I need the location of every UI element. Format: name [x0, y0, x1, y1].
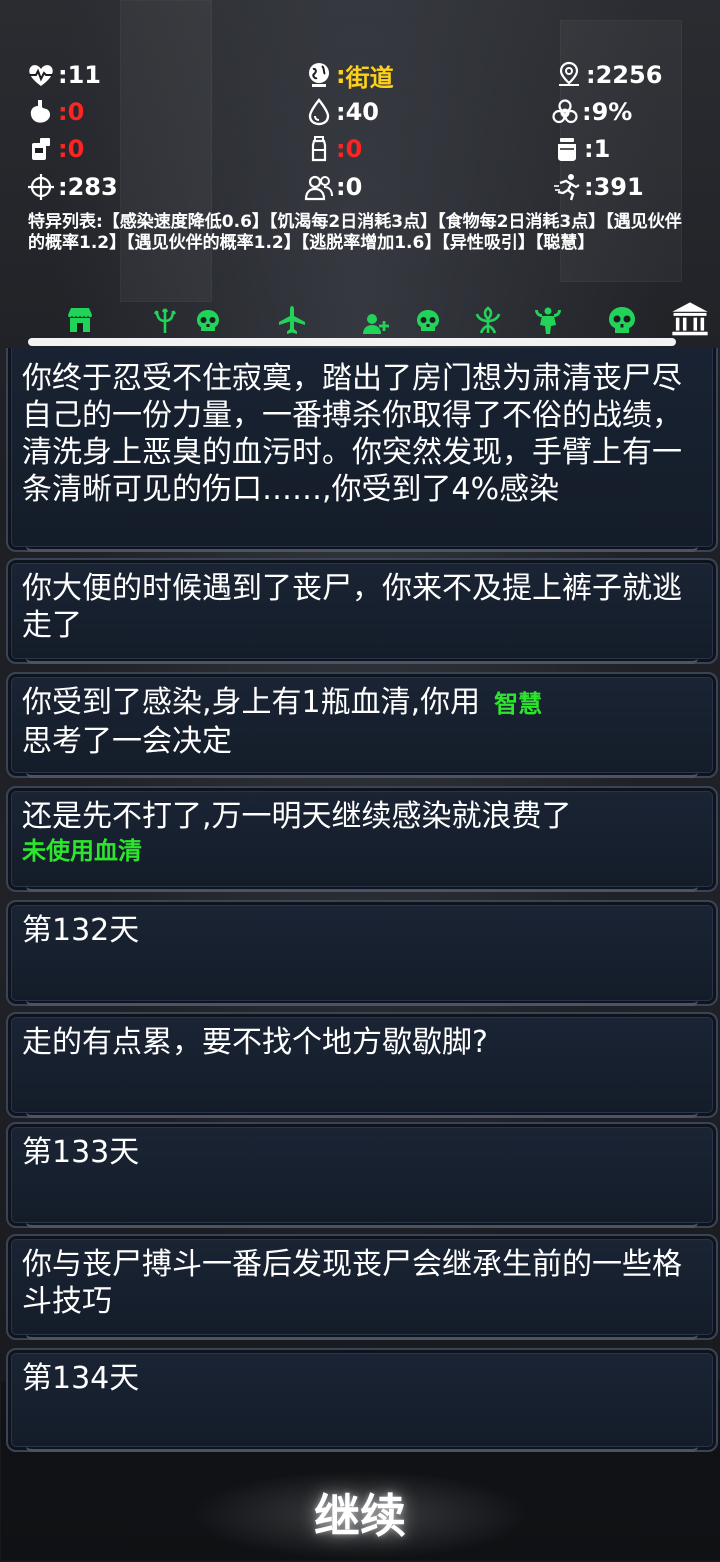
skull-icon-2[interactable]: [408, 302, 448, 338]
event-log[interactable]: 你终于忍受不住寂寞，踏出了房门想为肃清丧尸尽自己的一份力量，一番搏杀你取得了不俗…: [0, 348, 720, 1458]
muscle-icon[interactable]: [528, 302, 568, 338]
stat-food-value: 0: [67, 135, 85, 163]
stat-location-value: 街道: [345, 63, 394, 92]
stat-serum-colon: :: [584, 135, 594, 163]
skull-icon-3[interactable]: [602, 302, 642, 338]
trident-icon[interactable]: [145, 302, 185, 338]
stat-attack: :283: [26, 169, 118, 205]
jar-icon: [558, 138, 576, 161]
log-card: 你大便的时候遇到了丧尸，你来不及提上裤子就逃走了: [6, 558, 718, 664]
crosshair-icon: [28, 174, 54, 200]
traits-list: 特异列表:【感染速度降低0.6】【饥渴每2日消耗3点】【食物每2日消耗3点】【遇…: [28, 212, 682, 253]
log-card-day: 第133天: [6, 1122, 718, 1228]
stat-drink: :0: [304, 131, 362, 167]
stat-water-value: 40: [345, 98, 380, 126]
progress-rail: [28, 338, 676, 346]
log-text-part: 还是先不打了,万一明天继续感染就浪费了: [22, 799, 572, 834]
stat-infection-colon: :: [582, 98, 592, 126]
stat-escape: :391: [552, 169, 644, 205]
bloom-icon[interactable]: [468, 302, 508, 338]
log-text-part: 你受到了感染,身上有1瓶血清,你用: [22, 685, 481, 720]
stat-water: :40: [304, 94, 379, 130]
stat-companions: :0: [304, 169, 362, 205]
map-pin-icon: [559, 61, 579, 86]
stat-infection-value: 9%: [591, 98, 633, 126]
add-person-icon[interactable]: [356, 302, 396, 338]
stat-distance: :2256: [554, 57, 662, 93]
stat-serum-value: 1: [593, 135, 611, 163]
trait-highlight: 智慧: [494, 690, 543, 718]
shop-icon[interactable]: [60, 302, 100, 338]
bottle-icon: [311, 136, 327, 162]
stat-companions-colon: :: [336, 173, 346, 201]
stat-serum: :1: [552, 131, 610, 167]
globe-icon: [309, 63, 329, 87]
stat-water-colon: :: [336, 98, 346, 126]
stat-distance-value: 2256: [595, 61, 663, 89]
stat-hunger-colon: :: [58, 98, 68, 126]
log-text: 还是先不打了,万一明天继续感染就浪费了 未使用血清: [22, 798, 692, 867]
stat-distance-colon: :: [586, 61, 596, 89]
log-text: 你终于忍受不住寂寞，踏出了房门想为肃清丧尸尽自己的一份力量，一番搏杀你取得了不俗…: [22, 361, 682, 507]
log-text: 你与丧尸搏斗一番后发现丧尸会继承生前的一些格斗技巧: [22, 1247, 682, 1319]
stat-food-colon: :: [58, 135, 68, 163]
stat-drink-value: 0: [345, 135, 363, 163]
running-icon: [554, 174, 580, 201]
bank-icon[interactable]: [668, 298, 712, 342]
stat-companions-value: 0: [345, 173, 363, 201]
log-card: 你终于忍受不住寂寞，踏出了房门想为肃清丧尸尽自己的一份力量，一番搏杀你取得了不俗…: [6, 348, 718, 552]
stat-attack-value: 283: [67, 173, 118, 201]
log-card: 走的有点累，要不找个地方歇歇脚?: [6, 1012, 718, 1118]
day-label: 第132天: [22, 913, 140, 948]
stat-attack-colon: :: [58, 173, 68, 201]
stat-location: : 街道: [304, 57, 394, 93]
heartbeat-icon: [29, 65, 53, 86]
continue-button[interactable]: 继续: [260, 1478, 460, 1548]
day-label: 第133天: [22, 1135, 140, 1170]
day-label: 第134天: [22, 1361, 140, 1396]
log-text: 你受到了感染,身上有1瓶血清,你用 智慧 思考了一会决定: [22, 684, 692, 760]
log-card-day: 第134天: [6, 1348, 718, 1452]
stat-health-value: 11: [67, 61, 102, 89]
stat-hunger: :0: [26, 94, 84, 130]
serum-note: 未使用血清: [22, 837, 142, 865]
food-can-icon: [32, 138, 50, 160]
log-text: 走的有点累，要不找个地方歇歇脚?: [22, 1025, 488, 1060]
stats-panel: :11 : 街道 :2256 :0 :40 :9% :0 :0 :1 :283 :…: [0, 55, 720, 205]
stat-health-colon: :: [58, 61, 68, 89]
stat-drink-colon: :: [336, 135, 346, 163]
stat-food: :0: [26, 131, 84, 167]
log-text-part: 思考了一会决定: [22, 724, 232, 759]
stat-location-colon: :: [336, 61, 346, 89]
skull-icon[interactable]: [188, 302, 228, 338]
event-icon-bar: [0, 296, 720, 348]
log-card: 你与丧尸搏斗一番后发现丧尸会继承生前的一些格斗技巧: [6, 1234, 718, 1340]
water-drop-icon: [308, 98, 330, 126]
stat-health: :11: [26, 57, 101, 93]
log-text: 你大便的时候遇到了丧尸，你来不及提上裤子就逃走了: [22, 571, 682, 643]
plane-icon[interactable]: [272, 302, 312, 338]
log-card: 还是先不打了,万一明天继续感染就浪费了 未使用血清: [6, 786, 718, 892]
people-icon: [304, 175, 333, 201]
log-card: 你受到了感染,身上有1瓶血清,你用 智慧 思考了一会决定: [6, 672, 718, 778]
log-card-day: 第132天: [6, 900, 718, 1006]
stomach-icon: [30, 100, 51, 123]
stat-escape-value: 391: [593, 173, 644, 201]
biohazard-icon: [552, 99, 578, 124]
stat-infection: :9%: [550, 94, 632, 130]
stat-escape-colon: :: [584, 173, 594, 201]
stat-hunger-value: 0: [67, 98, 85, 126]
